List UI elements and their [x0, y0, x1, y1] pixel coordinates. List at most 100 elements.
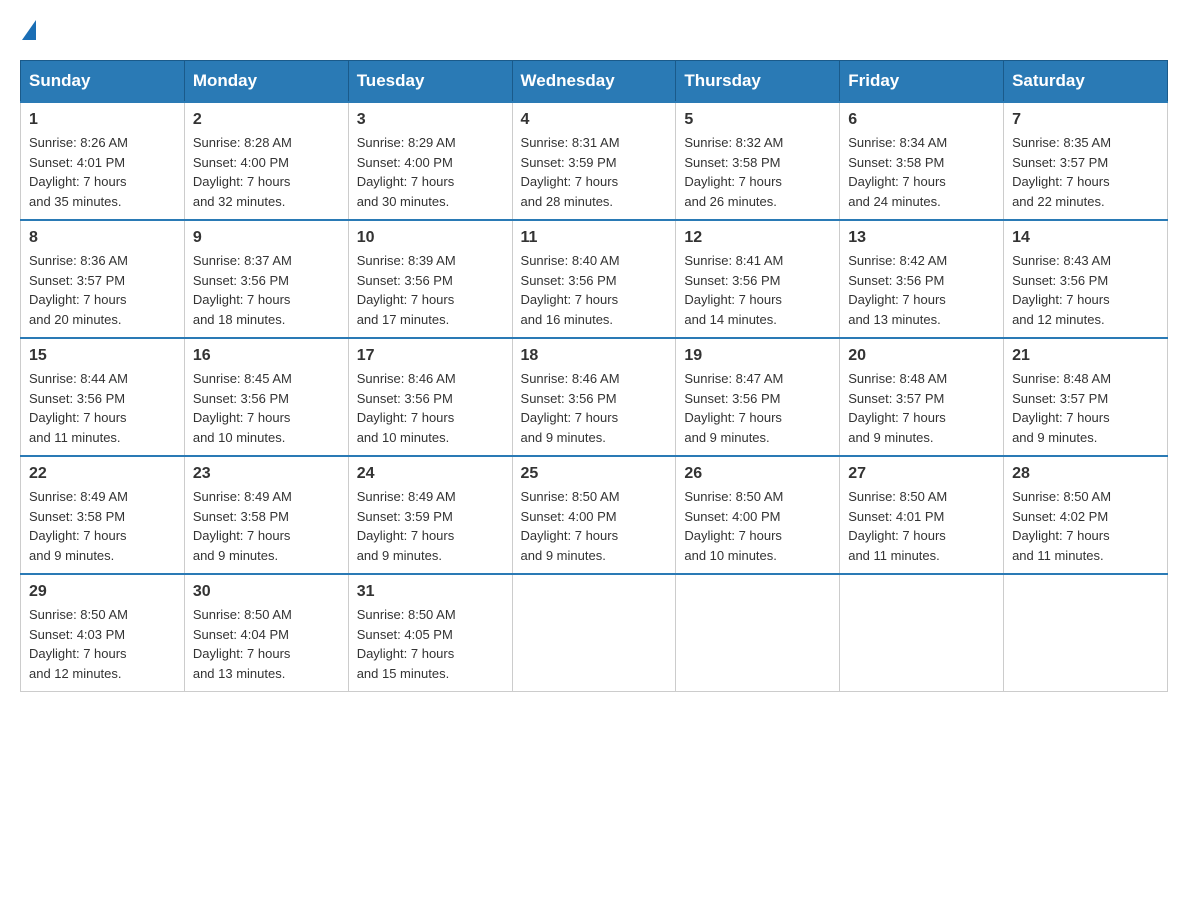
day-info: Sunrise: 8:48 AMSunset: 3:57 PMDaylight:… — [1012, 369, 1159, 447]
weekday-header-monday: Monday — [184, 61, 348, 103]
calendar-cell: 16 Sunrise: 8:45 AMSunset: 3:56 PMDayligh… — [184, 338, 348, 456]
calendar-cell: 14 Sunrise: 8:43 AMSunset: 3:56 PMDayligh… — [1004, 220, 1168, 338]
day-info: Sunrise: 8:34 AMSunset: 3:58 PMDaylight:… — [848, 133, 995, 211]
day-number: 8 — [29, 229, 176, 247]
weekday-header-saturday: Saturday — [1004, 61, 1168, 103]
day-info: Sunrise: 8:47 AMSunset: 3:56 PMDaylight:… — [684, 369, 831, 447]
day-number: 30 — [193, 583, 340, 601]
calendar-cell: 13 Sunrise: 8:42 AMSunset: 3:56 PMDayligh… — [840, 220, 1004, 338]
day-info: Sunrise: 8:50 AMSunset: 4:02 PMDaylight:… — [1012, 487, 1159, 565]
calendar-cell: 27Sunrise: 8:50 AMSunset: 4:01 PMDayligh… — [840, 456, 1004, 574]
day-number: 15 — [29, 347, 176, 365]
calendar-cell: 1 Sunrise: 8:26 AMSunset: 4:01 PMDaylight… — [21, 102, 185, 220]
weekday-header-friday: Friday — [840, 61, 1004, 103]
calendar-table: SundayMondayTuesdayWednesdayThursdayFrid… — [20, 60, 1168, 692]
calendar-cell: 12 Sunrise: 8:41 AMSunset: 3:56 PMDayligh… — [676, 220, 840, 338]
calendar-cell: 9 Sunrise: 8:37 AMSunset: 3:56 PMDaylight… — [184, 220, 348, 338]
calendar-cell: 5 Sunrise: 8:32 AMSunset: 3:58 PMDaylight… — [676, 102, 840, 220]
day-number: 10 — [357, 229, 504, 247]
day-number: 7 — [1012, 111, 1159, 129]
day-number: 20 — [848, 347, 995, 365]
day-info: Sunrise: 8:36 AMSunset: 3:57 PMDaylight:… — [29, 251, 176, 329]
calendar-cell: 21 Sunrise: 8:48 AMSunset: 3:57 PMDayligh… — [1004, 338, 1168, 456]
day-info: Sunrise: 8:43 AMSunset: 3:56 PMDaylight:… — [1012, 251, 1159, 329]
day-number: 29 — [29, 583, 176, 601]
day-number: 21 — [1012, 347, 1159, 365]
day-number: 5 — [684, 111, 831, 129]
day-info: Sunrise: 8:39 AMSunset: 3:56 PMDaylight:… — [357, 251, 504, 329]
calendar-cell: 22Sunrise: 8:49 AMSunset: 3:58 PMDayligh… — [21, 456, 185, 574]
day-number: 11 — [521, 229, 668, 247]
day-info: Sunrise: 8:37 AMSunset: 3:56 PMDaylight:… — [193, 251, 340, 329]
calendar-cell: 8 Sunrise: 8:36 AMSunset: 3:57 PMDaylight… — [21, 220, 185, 338]
day-info: Sunrise: 8:28 AMSunset: 4:00 PMDaylight:… — [193, 133, 340, 211]
calendar-week-row: 22Sunrise: 8:49 AMSunset: 3:58 PMDayligh… — [21, 456, 1168, 574]
day-info: Sunrise: 8:49 AMSunset: 3:59 PMDaylight:… — [357, 487, 504, 565]
day-number: 28 — [1012, 465, 1159, 483]
day-info: Sunrise: 8:46 AMSunset: 3:56 PMDaylight:… — [521, 369, 668, 447]
page-header — [20, 20, 1168, 40]
day-number: 23 — [193, 465, 340, 483]
day-number: 2 — [193, 111, 340, 129]
day-number: 6 — [848, 111, 995, 129]
calendar-cell: 18 Sunrise: 8:46 AMSunset: 3:56 PMDayligh… — [512, 338, 676, 456]
day-info: Sunrise: 8:50 AMSunset: 4:03 PMDaylight:… — [29, 605, 176, 683]
calendar-cell: 25Sunrise: 8:50 AMSunset: 4:00 PMDayligh… — [512, 456, 676, 574]
day-number: 16 — [193, 347, 340, 365]
day-number: 17 — [357, 347, 504, 365]
day-number: 1 — [29, 111, 176, 129]
weekday-header-tuesday: Tuesday — [348, 61, 512, 103]
day-info: Sunrise: 8:46 AMSunset: 3:56 PMDaylight:… — [357, 369, 504, 447]
day-info: Sunrise: 8:35 AMSunset: 3:57 PMDaylight:… — [1012, 133, 1159, 211]
day-info: Sunrise: 8:49 AMSunset: 3:58 PMDaylight:… — [29, 487, 176, 565]
calendar-cell: 24 Sunrise: 8:49 AMSunset: 3:59 PMDayligh… — [348, 456, 512, 574]
calendar-week-row: 8 Sunrise: 8:36 AMSunset: 3:57 PMDaylight… — [21, 220, 1168, 338]
calendar-cell: 4Sunrise: 8:31 AMSunset: 3:59 PMDaylight… — [512, 102, 676, 220]
day-info: Sunrise: 8:44 AMSunset: 3:56 PMDaylight:… — [29, 369, 176, 447]
day-number: 18 — [521, 347, 668, 365]
calendar-cell: 7 Sunrise: 8:35 AMSunset: 3:57 PMDaylight… — [1004, 102, 1168, 220]
logo — [20, 20, 38, 40]
calendar-cell: 23 Sunrise: 8:49 AMSunset: 3:58 PMDayligh… — [184, 456, 348, 574]
calendar-cell: 26 Sunrise: 8:50 AMSunset: 4:00 PMDayligh… — [676, 456, 840, 574]
day-info: Sunrise: 8:41 AMSunset: 3:56 PMDaylight:… — [684, 251, 831, 329]
day-info: Sunrise: 8:32 AMSunset: 3:58 PMDaylight:… — [684, 133, 831, 211]
calendar-header-row: SundayMondayTuesdayWednesdayThursdayFrid… — [21, 61, 1168, 103]
calendar-cell: 2 Sunrise: 8:28 AMSunset: 4:00 PMDaylight… — [184, 102, 348, 220]
day-number: 31 — [357, 583, 504, 601]
day-number: 26 — [684, 465, 831, 483]
calendar-cell: 15 Sunrise: 8:44 AMSunset: 3:56 PMDayligh… — [21, 338, 185, 456]
day-info: Sunrise: 8:48 AMSunset: 3:57 PMDaylight:… — [848, 369, 995, 447]
weekday-header-thursday: Thursday — [676, 61, 840, 103]
calendar-cell — [840, 574, 1004, 692]
day-number: 13 — [848, 229, 995, 247]
day-number: 24 — [357, 465, 504, 483]
calendar-week-row: 29 Sunrise: 8:50 AMSunset: 4:03 PMDayligh… — [21, 574, 1168, 692]
calendar-cell — [676, 574, 840, 692]
day-info: Sunrise: 8:31 AMSunset: 3:59 PMDaylight:… — [521, 133, 668, 211]
day-number: 14 — [1012, 229, 1159, 247]
day-info: Sunrise: 8:49 AMSunset: 3:58 PMDaylight:… — [193, 487, 340, 565]
calendar-cell: 6 Sunrise: 8:34 AMSunset: 3:58 PMDaylight… — [840, 102, 1004, 220]
day-number: 12 — [684, 229, 831, 247]
calendar-cell: 30 Sunrise: 8:50 AMSunset: 4:04 PMDayligh… — [184, 574, 348, 692]
day-info: Sunrise: 8:50 AMSunset: 4:05 PMDaylight:… — [357, 605, 504, 683]
calendar-cell: 20 Sunrise: 8:48 AMSunset: 3:57 PMDayligh… — [840, 338, 1004, 456]
day-info: Sunrise: 8:50 AMSunset: 4:01 PMDaylight:… — [848, 487, 995, 565]
calendar-cell: 3 Sunrise: 8:29 AMSunset: 4:00 PMDaylight… — [348, 102, 512, 220]
logo-triangle-icon — [22, 20, 36, 40]
day-number: 3 — [357, 111, 504, 129]
day-info: Sunrise: 8:42 AMSunset: 3:56 PMDaylight:… — [848, 251, 995, 329]
day-info: Sunrise: 8:45 AMSunset: 3:56 PMDaylight:… — [193, 369, 340, 447]
calendar-cell: 11Sunrise: 8:40 AMSunset: 3:56 PMDayligh… — [512, 220, 676, 338]
calendar-week-row: 1 Sunrise: 8:26 AMSunset: 4:01 PMDaylight… — [21, 102, 1168, 220]
calendar-cell — [1004, 574, 1168, 692]
day-info: Sunrise: 8:29 AMSunset: 4:00 PMDaylight:… — [357, 133, 504, 211]
day-info: Sunrise: 8:50 AMSunset: 4:00 PMDaylight:… — [684, 487, 831, 565]
day-number: 9 — [193, 229, 340, 247]
day-number: 19 — [684, 347, 831, 365]
calendar-cell: 29 Sunrise: 8:50 AMSunset: 4:03 PMDayligh… — [21, 574, 185, 692]
calendar-cell — [512, 574, 676, 692]
day-info: Sunrise: 8:50 AMSunset: 4:04 PMDaylight:… — [193, 605, 340, 683]
day-info: Sunrise: 8:26 AMSunset: 4:01 PMDaylight:… — [29, 133, 176, 211]
